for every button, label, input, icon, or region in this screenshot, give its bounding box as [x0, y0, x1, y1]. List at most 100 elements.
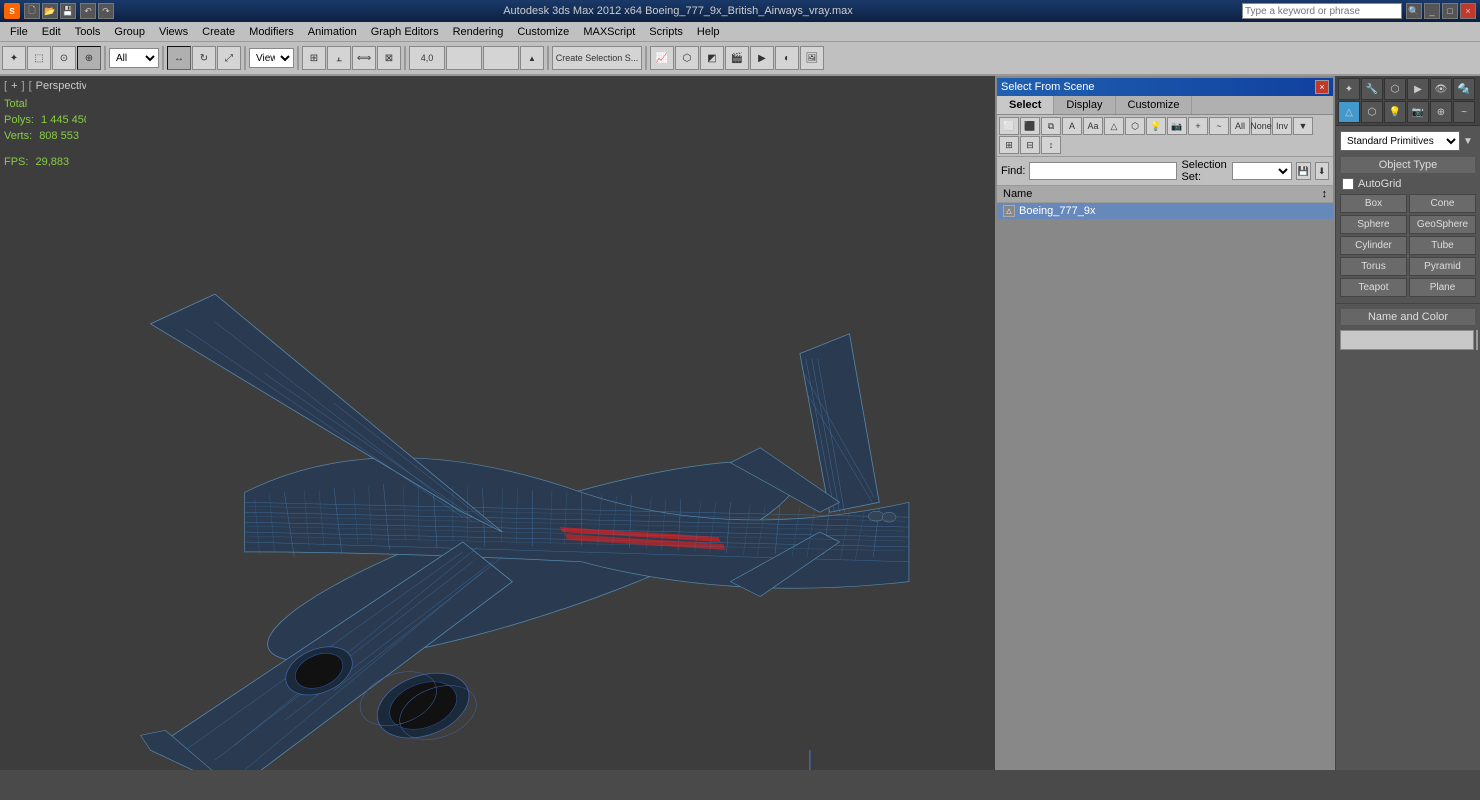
menu-modifiers[interactable]: Modifiers: [243, 24, 300, 40]
menu-rendering[interactable]: Rendering: [447, 24, 510, 40]
dlg-filter[interactable]: ▼: [1293, 117, 1313, 135]
menu-maxscript[interactable]: MAXScript: [577, 24, 641, 40]
hierarchy-panel-btn[interactable]: ⬡: [1384, 78, 1406, 100]
name-input[interactable]: [1340, 330, 1474, 350]
dlg-shapes[interactable]: ⬡: [1125, 117, 1145, 135]
cylinder-btn[interactable]: Cylinder: [1340, 236, 1407, 255]
viewport[interactable]: [ + ] [ Perspective ] [ Shaded + Edged F…: [0, 76, 995, 770]
schematic-view-btn[interactable]: ⬡: [675, 46, 699, 70]
title-new-btn[interactable]: 🗋: [24, 3, 40, 19]
dlg-none[interactable]: None: [1251, 117, 1271, 135]
sphere-btn[interactable]: Sphere: [1340, 215, 1407, 234]
sel-set-btn1[interactable]: 💾: [1296, 162, 1310, 180]
material-editor-btn[interactable]: ◩: [700, 46, 724, 70]
modify-panel-btn[interactable]: 🔧: [1361, 78, 1383, 100]
tube-btn[interactable]: Tube: [1409, 236, 1476, 255]
menu-graph-editors[interactable]: Graph Editors: [365, 24, 445, 40]
dlg-select-subtree[interactable]: ⊟: [1020, 136, 1040, 154]
dlg-geometry[interactable]: △: [1104, 117, 1124, 135]
list-item[interactable]: △ Boeing_777_9x: [997, 203, 1333, 219]
tab-select[interactable]: Select: [997, 96, 1054, 114]
spacewarp-type-btn[interactable]: ~: [1453, 101, 1475, 123]
x-field[interactable]: 4,0: [409, 46, 445, 70]
teapot-btn[interactable]: Teapot: [1340, 278, 1407, 297]
menu-file[interactable]: File: [4, 24, 34, 40]
tab-customize[interactable]: Customize: [1116, 96, 1193, 114]
search-icon[interactable]: 🔍: [1406, 3, 1422, 19]
dlg-all[interactable]: All: [1230, 117, 1250, 135]
motion-panel-btn[interactable]: ▶: [1407, 78, 1429, 100]
sel-set-btn2[interactable]: ⬇: [1315, 162, 1329, 180]
menu-group[interactable]: Group: [108, 24, 151, 40]
menu-tools[interactable]: Tools: [69, 24, 107, 40]
menu-create[interactable]: Create: [196, 24, 241, 40]
dialog-close-button[interactable]: ×: [1315, 80, 1329, 94]
render-setup-btn[interactable]: 🎬: [725, 46, 749, 70]
pyramid-btn[interactable]: Pyramid: [1409, 257, 1476, 276]
geosphere-btn[interactable]: GeoSphere: [1409, 215, 1476, 234]
dlg-invert2[interactable]: Inv: [1272, 117, 1292, 135]
tab-display[interactable]: Display: [1054, 96, 1115, 114]
y-field[interactable]: [446, 46, 482, 70]
minimize-btn[interactable]: _: [1424, 3, 1440, 19]
plane-btn[interactable]: Plane: [1409, 278, 1476, 297]
display-panel-btn[interactable]: 👁: [1430, 78, 1452, 100]
ref-coord-dropdown[interactable]: View: [249, 48, 294, 68]
primitives-dropdown-arrow[interactable]: ▼: [1460, 130, 1476, 152]
dlg-spacewarps[interactable]: ~: [1209, 117, 1229, 135]
active-shade-btn[interactable]: ◐: [775, 46, 799, 70]
move-btn[interactable]: ⊕: [77, 46, 101, 70]
cone-btn[interactable]: Cone: [1409, 194, 1476, 213]
autogrid-checkbox[interactable]: [1342, 178, 1354, 190]
select-scale-btn[interactable]: ⤢: [217, 46, 241, 70]
title-save-btn[interactable]: 💾: [60, 3, 76, 19]
menu-scripts[interactable]: Scripts: [643, 24, 689, 40]
create-sel-set[interactable]: Create Selection S...: [552, 46, 642, 70]
color-swatch[interactable]: [1476, 330, 1478, 350]
select-btn[interactable]: ✦: [2, 46, 26, 70]
select-region-btn[interactable]: ⬚: [27, 46, 51, 70]
utilities-panel-btn[interactable]: 🔩: [1453, 78, 1475, 100]
render-frame-btn[interactable]: 🖼: [800, 46, 824, 70]
selection-set-dropdown[interactable]: [1232, 162, 1292, 180]
cameras-type-btn[interactable]: 📷: [1407, 101, 1429, 123]
title-open-btn[interactable]: 📂: [42, 3, 58, 19]
select-move-btn[interactable]: ↔: [167, 46, 191, 70]
object-list[interactable]: △ Boeing_777_9x: [997, 203, 1333, 768]
dlg-select-none[interactable]: ⬛: [1020, 117, 1040, 135]
close-btn[interactable]: ×: [1460, 3, 1476, 19]
maximize-btn[interactable]: □: [1442, 3, 1458, 19]
array-btn[interactable]: ⊠: [377, 46, 401, 70]
create-panel-btn[interactable]: ✦: [1338, 78, 1360, 100]
dlg-display-subtree[interactable]: ⊞: [999, 136, 1019, 154]
torus-btn[interactable]: Torus: [1340, 257, 1407, 276]
align-btn[interactable]: ⫠: [327, 46, 351, 70]
menu-animation[interactable]: Animation: [302, 24, 363, 40]
helpers-type-btn[interactable]: ⊕: [1430, 101, 1452, 123]
curve-editor-btn[interactable]: 📈: [650, 46, 674, 70]
menu-views[interactable]: Views: [153, 24, 194, 40]
dlg-cameras[interactable]: 📷: [1167, 117, 1187, 135]
dlg-lights[interactable]: 💡: [1146, 117, 1166, 135]
dlg-helpers[interactable]: +: [1188, 117, 1208, 135]
render-btn[interactable]: ▶: [750, 46, 774, 70]
layer-btn[interactable]: ⊞: [302, 46, 326, 70]
undo-btn[interactable]: ↶: [80, 3, 96, 19]
mirror-btn[interactable]: ⟺: [352, 46, 376, 70]
shapes-type-btn[interactable]: ⬡: [1361, 101, 1383, 123]
menu-customize[interactable]: Customize: [511, 24, 575, 40]
box-btn[interactable]: Box: [1340, 194, 1407, 213]
search-input[interactable]: [1242, 3, 1402, 19]
lights-type-btn[interactable]: 💡: [1384, 101, 1406, 123]
select-rotate-btn[interactable]: ↻: [192, 46, 216, 70]
dlg-invert[interactable]: ⧉: [1041, 117, 1061, 135]
dlg-case[interactable]: Aa: [1083, 117, 1103, 135]
dlg-sort[interactable]: ↕: [1041, 136, 1061, 154]
z-field[interactable]: [483, 46, 519, 70]
lasso-btn[interactable]: ⊙: [52, 46, 76, 70]
redo-btn[interactable]: ↷: [98, 3, 114, 19]
geometry-type-btn[interactable]: △: [1338, 101, 1360, 123]
spinner1[interactable]: ▲: [520, 46, 544, 70]
primitives-dropdown[interactable]: Standard Primitives: [1340, 131, 1460, 151]
menu-help[interactable]: Help: [691, 24, 726, 40]
